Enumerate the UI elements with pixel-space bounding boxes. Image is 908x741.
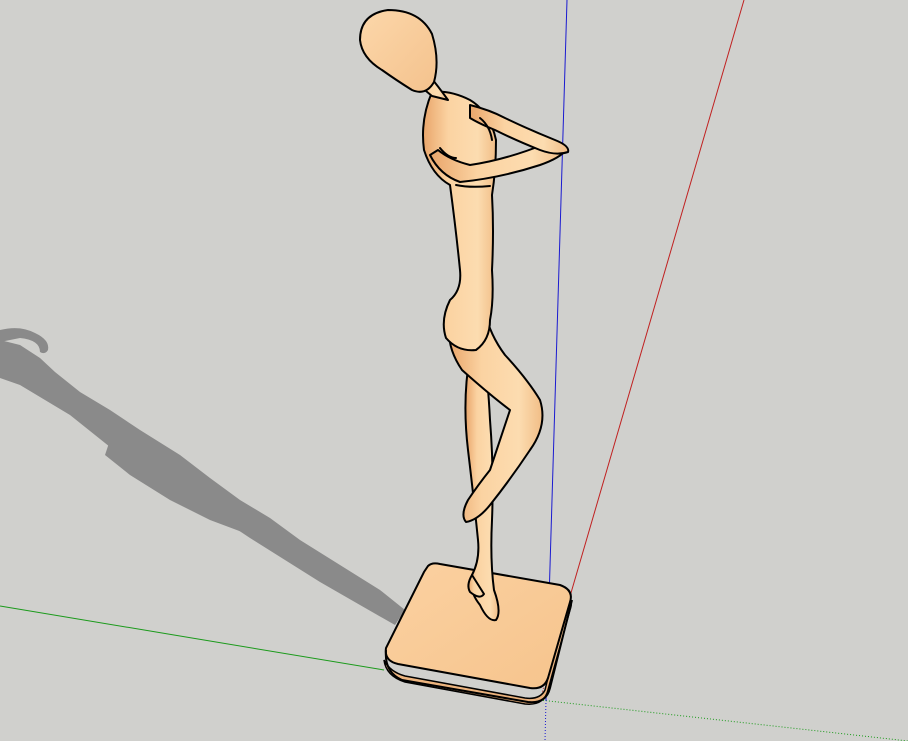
3d-scene[interactable] (0, 0, 908, 741)
modeling-viewport[interactable] (0, 0, 908, 741)
